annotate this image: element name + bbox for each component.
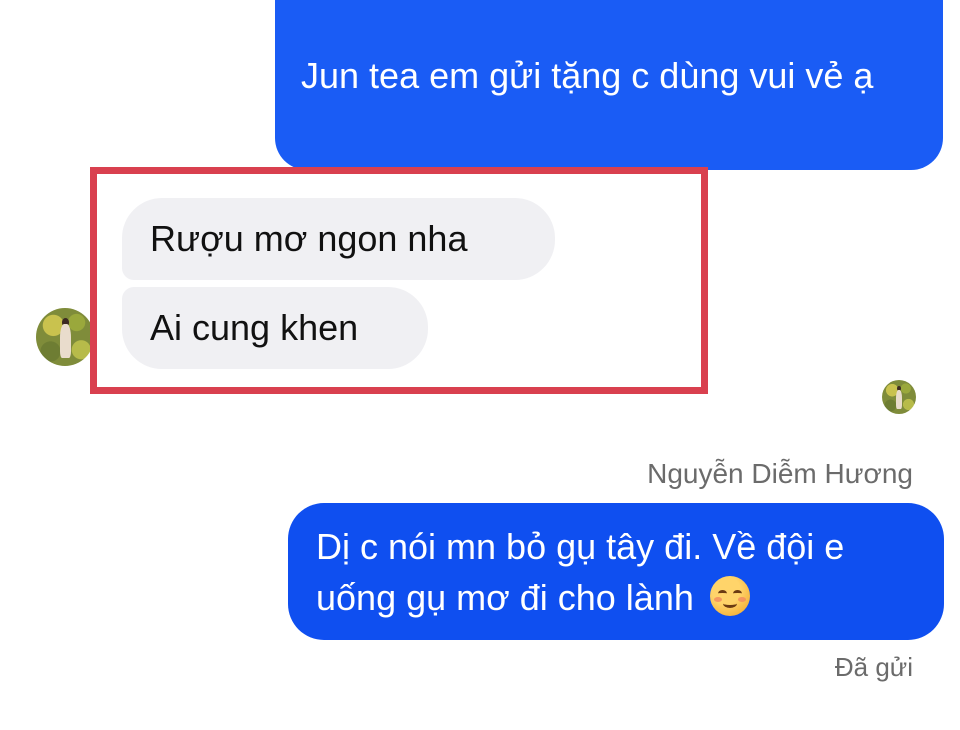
smiling-face-icon — [709, 576, 750, 616]
sender-name: Nguyễn Diễm Hương — [647, 458, 913, 489]
outgoing-reply-text: Dị c nói mn bỏ gụ tây đi. Về đội e uống … — [316, 526, 845, 618]
contact-avatar[interactable] — [36, 308, 94, 366]
emoji-blush-left — [713, 597, 722, 602]
emoji-mouth — [722, 599, 737, 608]
outgoing-reply-bubble[interactable]: Dị c nói mn bỏ gụ tây đi. Về đội e uống … — [288, 503, 944, 640]
avatar-figure — [60, 324, 71, 358]
emoji-blush-right — [737, 597, 746, 602]
read-receipt-avatar — [882, 380, 916, 414]
outgoing-message-text: Jun tea em gửi tặng c dùng vui vẻ ạ — [301, 55, 874, 96]
avatar-figure — [896, 389, 903, 410]
highlight-annotation-box — [90, 167, 708, 394]
outgoing-message-bubble[interactable]: Jun tea em gửi tặng c dùng vui vẻ ạ — [275, 0, 943, 170]
message-status: Đã gửi — [834, 652, 913, 682]
